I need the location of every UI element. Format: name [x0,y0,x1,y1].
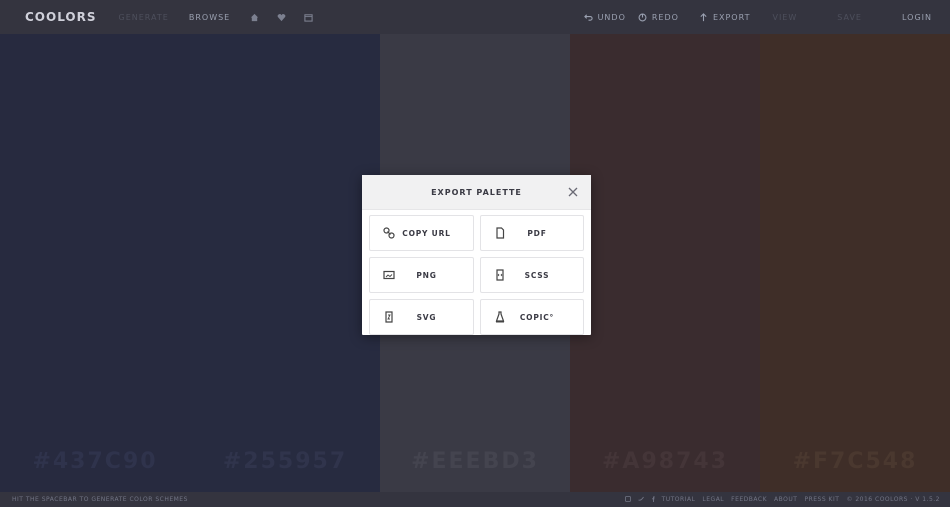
hex-code-label[interactable]: #437C90 [0,449,190,474]
facebook-icon[interactable] [651,496,655,504]
upload-icon [700,12,707,21]
logo[interactable]: COOLORS [25,10,97,24]
export-label: EXPORT [712,12,751,22]
export-copic-button[interactable]: COPIC° [480,299,584,335]
browse-link[interactable]: BROWSE [189,13,230,22]
footer-bar: HIT THE SPACEBAR TO GENERATE COLOR SCHEM… [0,492,950,507]
marker-icon [495,311,505,323]
footer-links: TUTORIAL LEGAL FEEDBACK ABOUT PRESS KIT … [624,495,940,504]
footer-link-tutorial[interactable]: TUTORIAL [662,496,696,503]
palette-column[interactable]: #A98743 [570,34,760,492]
redo-icon [638,13,647,21]
export-button[interactable]: EXPORT [699,13,751,22]
generate-link[interactable]: GENERATE [119,13,169,22]
export-copy-url-button[interactable]: COPY URL [369,215,474,251]
undo-icon [583,13,593,21]
undo-button[interactable]: UNDO [583,12,626,22]
modal-header: EXPORT PALETTE [362,175,591,210]
hex-code-label[interactable]: #A98743 [570,449,760,474]
hex-code-label[interactable]: #255957 [190,449,380,474]
calendar-icon[interactable] [304,13,313,22]
heart-icon[interactable] [277,13,286,22]
save-button[interactable]: SAVE [837,13,862,22]
palette-column[interactable]: #255957 [190,34,380,492]
hex-code-label[interactable]: #EEEBD3 [380,449,570,474]
palette-column[interactable]: #437C90 [0,34,190,492]
footer-link-about[interactable]: ABOUT [774,496,797,503]
instagram-icon[interactable] [624,495,631,504]
palette-column[interactable]: #F7C548 [760,34,950,492]
login-link[interactable]: LOGIN [902,13,932,22]
close-icon[interactable] [567,186,579,198]
footer-hint: HIT THE SPACEBAR TO GENERATE COLOR SCHEM… [12,496,188,503]
copyright-text: © 2016 COOLORS · V 1.5.2 [846,496,940,503]
view-button[interactable]: VIEW [772,13,797,22]
top-navigation-bar: COOLORS GENERATE BROWSE UNDO REDO EXPORT… [0,0,950,34]
modal-title: EXPORT PALETTE [431,187,522,197]
export-svg-button[interactable]: SVG [369,299,474,335]
export-pdf-button[interactable]: PDF [480,215,584,251]
export-png-button[interactable]: PNG [369,257,474,293]
undo-label: UNDO [597,12,626,22]
export-palette-modal: EXPORT PALETTE COPY URL PDF PNG SCSS SVG… [362,175,591,335]
image-icon [383,270,395,280]
link-icon [383,227,395,239]
footer-link-legal[interactable]: LEGAL [702,496,724,503]
file-icon [496,227,505,239]
redo-label: REDO [651,12,679,22]
code-file-icon [496,269,504,281]
footer-link-feedback[interactable]: FEEDBACK [731,496,767,503]
redo-button[interactable]: REDO [638,13,679,22]
footer-link-press-kit[interactable]: PRESS KIT [804,496,839,503]
export-options-grid: COPY URL PDF PNG SCSS SVG COPIC° [362,210,591,340]
export-scss-button[interactable]: SCSS [480,257,584,293]
hex-code-label[interactable]: #F7C548 [760,449,950,474]
twitter-icon[interactable] [637,496,644,504]
svg-file-icon [385,311,393,323]
home-icon[interactable] [250,13,259,22]
